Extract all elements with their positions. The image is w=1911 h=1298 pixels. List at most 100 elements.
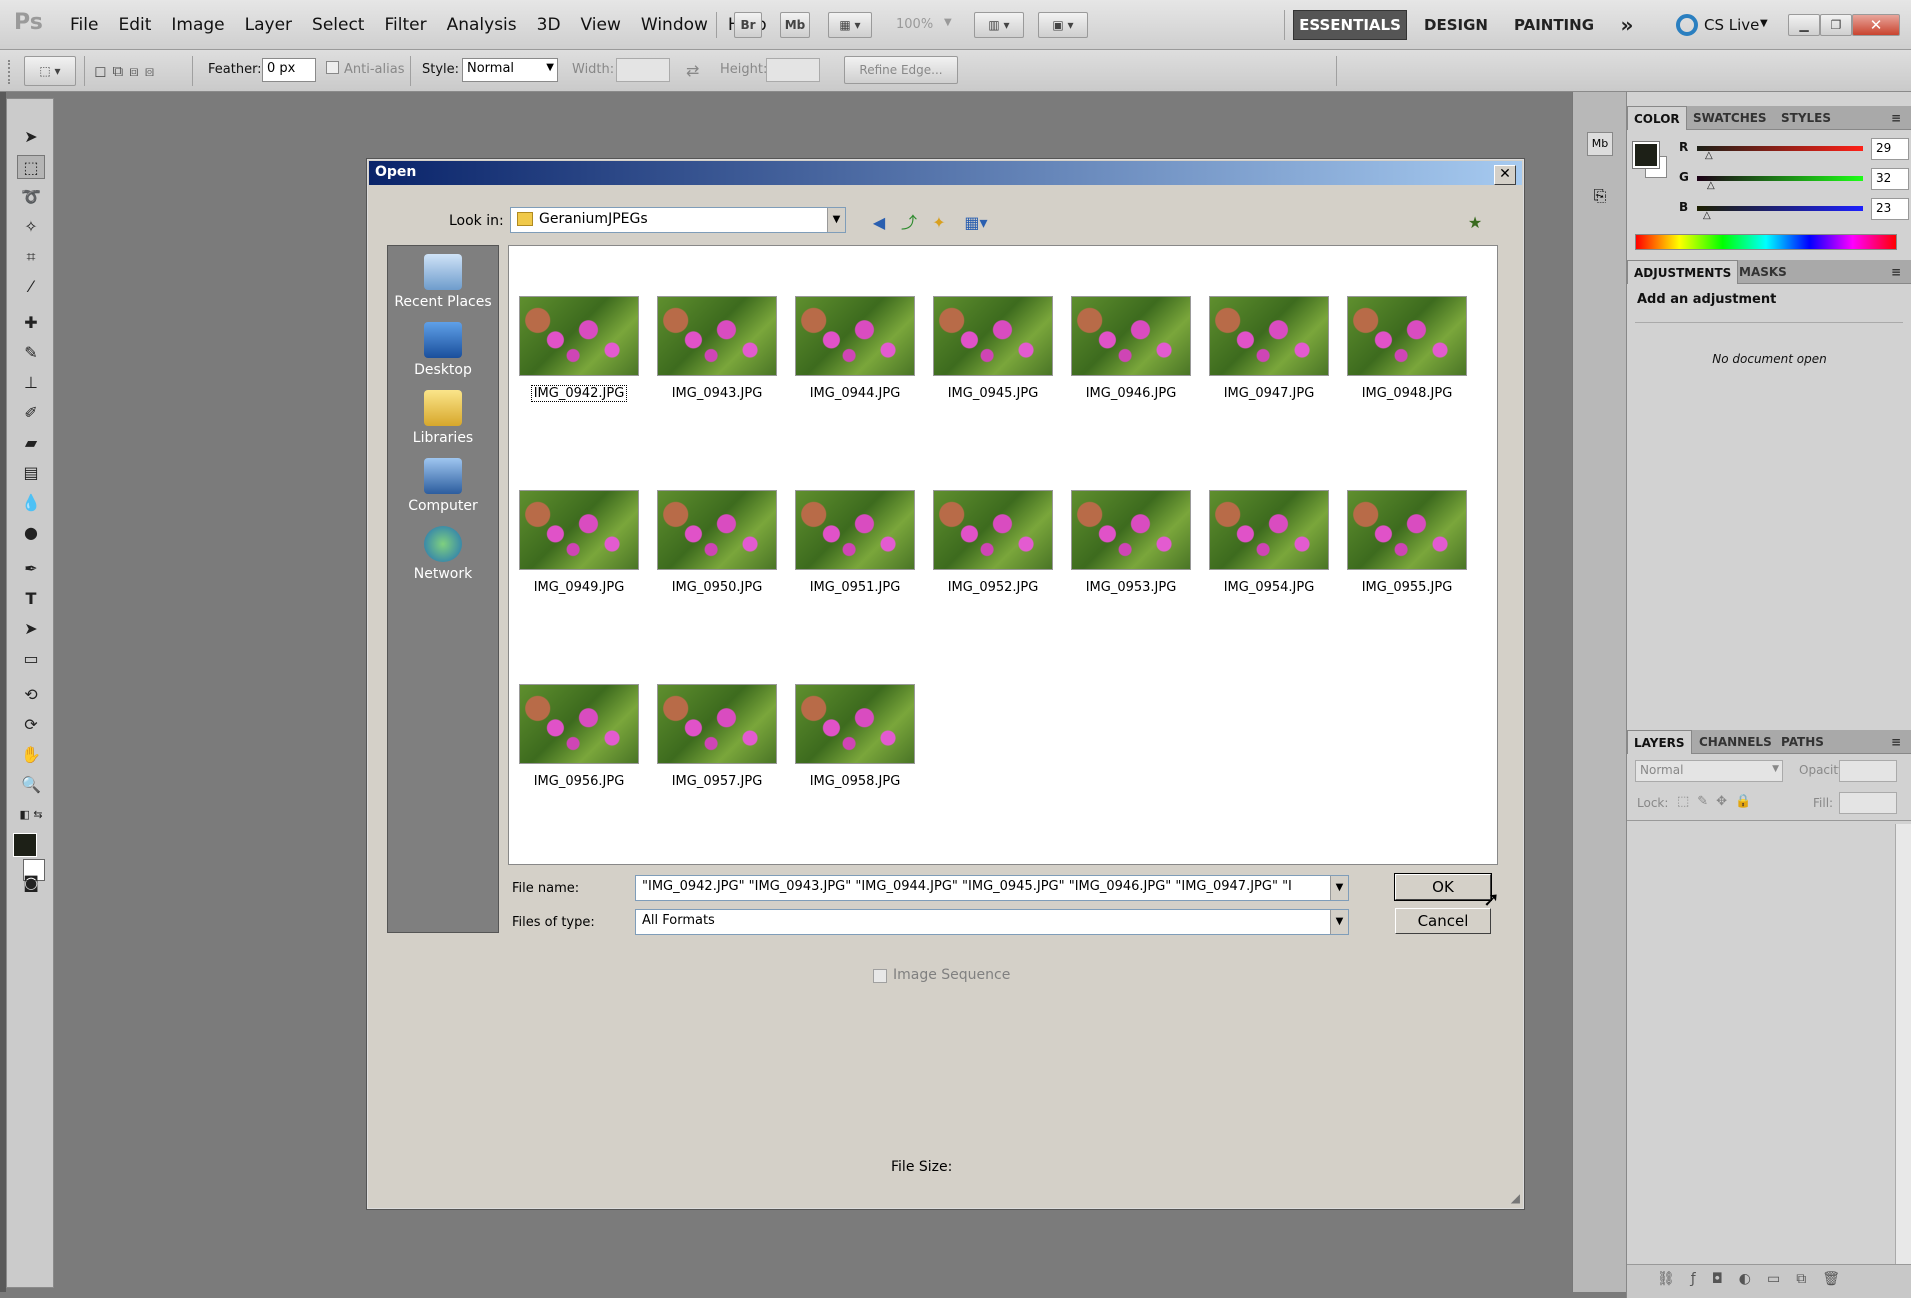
screen-mode-button[interactable]: ▣ ▾: [1038, 12, 1088, 38]
tab-adjustments[interactable]: ADJUSTMENTS: [1627, 260, 1739, 284]
tab-color[interactable]: COLOR: [1627, 106, 1687, 130]
tool-preset-picker[interactable]: ⬚ ▾: [24, 56, 76, 86]
file-item[interactable]: IMG_0945.JPG: [933, 296, 1053, 401]
menu-file[interactable]: File: [60, 15, 108, 35]
file-item[interactable]: IMG_0951.JPG: [795, 490, 915, 595]
place-libraries[interactable]: Libraries: [388, 390, 498, 446]
lock-icons[interactable]: ⬚✎✥🔒: [1677, 794, 1759, 809]
arrange-documents-button[interactable]: ▥ ▾: [974, 12, 1024, 38]
height-input[interactable]: [766, 58, 820, 82]
zoom-level[interactable]: 100%: [896, 17, 933, 32]
refine-edge-button[interactable]: Refine Edge...: [844, 56, 958, 84]
gradient-tool-icon[interactable]: ▤: [17, 461, 45, 485]
workspace-design[interactable]: DESIGN: [1416, 10, 1496, 40]
place-computer[interactable]: Computer: [388, 458, 498, 514]
file-item[interactable]: IMG_0954.JPG: [1209, 490, 1329, 595]
move-tool-icon[interactable]: ➤: [17, 125, 45, 149]
resize-grip-icon[interactable]: ◢: [1511, 1191, 1520, 1205]
place-desktop[interactable]: Desktop: [388, 322, 498, 378]
red-slider[interactable]: [1697, 146, 1863, 151]
bridge-button[interactable]: Br: [734, 12, 762, 38]
workspace-painting[interactable]: PAINTING: [1506, 10, 1602, 40]
foreground-color-swatch[interactable]: [13, 833, 37, 857]
tab-swatches[interactable]: SWATCHES: [1687, 106, 1773, 130]
red-value[interactable]: 29: [1871, 138, 1909, 160]
menu-3d[interactable]: 3D: [527, 15, 571, 35]
more-workspaces-button[interactable]: »: [1612, 10, 1642, 40]
layers-footer-icons[interactable]: ⛓ƒ◘◐▭⧉🗑: [1627, 1264, 1911, 1298]
blue-slider[interactable]: [1697, 206, 1863, 211]
folder-favorite-icon[interactable]: ★: [1465, 213, 1485, 233]
foreground-color-swatch[interactable]: [1632, 141, 1660, 169]
color-spectrum-bar[interactable]: [1635, 234, 1897, 250]
file-name-input[interactable]: "IMG_0942.JPG" "IMG_0943.JPG" "IMG_0944.…: [635, 875, 1349, 901]
file-item[interactable]: IMG_0948.JPG: [1347, 296, 1467, 401]
view-extras-button[interactable]: ▦ ▾: [828, 12, 872, 38]
anti-alias-checkbox[interactable]: [326, 61, 339, 74]
tab-channels[interactable]: CHANNELS: [1693, 730, 1778, 754]
file-item[interactable]: IMG_0956.JPG: [519, 684, 639, 789]
width-input[interactable]: [616, 58, 670, 82]
hand-tool-icon[interactable]: ✋: [17, 743, 45, 767]
image-sequence-checkbox[interactable]: [873, 969, 887, 983]
up-folder-icon[interactable]: ⤴: [899, 213, 919, 233]
menu-image[interactable]: Image: [161, 15, 234, 35]
pen-tool-icon[interactable]: ✒: [17, 557, 45, 581]
blue-value[interactable]: 23: [1871, 198, 1909, 220]
menu-analysis[interactable]: Analysis: [437, 15, 527, 35]
menu-select[interactable]: Select: [302, 15, 374, 35]
menu-layer[interactable]: Layer: [235, 15, 302, 35]
tab-styles[interactable]: STYLES: [1775, 106, 1837, 130]
maximize-button[interactable]: ❐: [1820, 14, 1852, 36]
menu-window[interactable]: Window: [631, 15, 718, 35]
file-item[interactable]: IMG_0942.JPG: [519, 296, 639, 402]
dialog-close-button[interactable]: ✕: [1494, 165, 1516, 185]
file-item[interactable]: IMG_0949.JPG: [519, 490, 639, 595]
style-select[interactable]: Normal ▼: [462, 58, 558, 82]
brush-tool-icon[interactable]: ✎: [17, 341, 45, 365]
zoom-tool-icon[interactable]: 🔍: [17, 773, 45, 797]
eyedropper-tool-icon[interactable]: ⁄: [17, 275, 45, 299]
crop-tool-icon[interactable]: ⌗: [17, 245, 45, 269]
files-of-type-select[interactable]: All Formats ▼: [635, 909, 1349, 935]
green-slider-thumb-icon[interactable]: △: [1707, 180, 1715, 191]
menu-edit[interactable]: Edit: [108, 15, 161, 35]
red-slider-thumb-icon[interactable]: △: [1705, 150, 1713, 161]
file-item[interactable]: IMG_0946.JPG: [1071, 296, 1191, 401]
lasso-tool-icon[interactable]: ➰: [17, 185, 45, 209]
place-network[interactable]: Network: [388, 526, 498, 582]
fill-input[interactable]: [1839, 792, 1897, 814]
shape-tool-icon[interactable]: ▭: [17, 647, 45, 671]
swap-colors-icon[interactable]: ◧ ⇆: [17, 803, 45, 827]
blur-tool-icon[interactable]: 💧: [17, 491, 45, 515]
file-item[interactable]: IMG_0943.JPG: [657, 296, 777, 401]
file-item[interactable]: IMG_0950.JPG: [657, 490, 777, 595]
tab-layers[interactable]: LAYERS: [1627, 730, 1692, 754]
path-selection-tool-icon[interactable]: ➤: [17, 617, 45, 641]
layers-scrollbar[interactable]: [1895, 824, 1911, 1264]
marquee-tool-icon[interactable]: ⬚: [17, 155, 45, 179]
close-app-button[interactable]: ✕: [1852, 14, 1900, 36]
menu-view[interactable]: View: [571, 15, 631, 35]
look-in-select[interactable]: GeraniumJPEGs ▼: [510, 207, 846, 233]
cancel-button[interactable]: Cancel: [1395, 908, 1491, 934]
tab-paths[interactable]: PATHS: [1775, 730, 1830, 754]
dodge-tool-icon[interactable]: ●: [17, 521, 45, 545]
3d-rotate-tool-icon[interactable]: ⟲: [17, 683, 45, 707]
file-item[interactable]: IMG_0955.JPG: [1347, 490, 1467, 595]
view-menu-icon[interactable]: ▦▾: [961, 213, 991, 233]
ok-button[interactable]: OK: [1394, 873, 1492, 901]
file-item[interactable]: IMG_0947.JPG: [1209, 296, 1329, 401]
opacity-input[interactable]: [1839, 760, 1897, 782]
cs-live-button[interactable]: CS Live: [1704, 16, 1759, 34]
file-item[interactable]: IMG_0952.JPG: [933, 490, 1053, 595]
green-slider[interactable]: [1697, 176, 1863, 181]
feather-input[interactable]: 0 px: [262, 58, 316, 82]
3d-orbit-tool-icon[interactable]: ⟳: [17, 713, 45, 737]
panel-menu-icon[interactable]: ≡: [1885, 730, 1907, 754]
file-item[interactable]: IMG_0958.JPG: [795, 684, 915, 789]
history-icon[interactable]: ⎘: [1587, 186, 1613, 212]
selection-mode-icons[interactable]: ◻⧉⧈⧇: [94, 62, 160, 80]
swap-icon[interactable]: ⇄: [686, 61, 699, 80]
workspace-essentials[interactable]: ESSENTIALS: [1293, 10, 1407, 40]
